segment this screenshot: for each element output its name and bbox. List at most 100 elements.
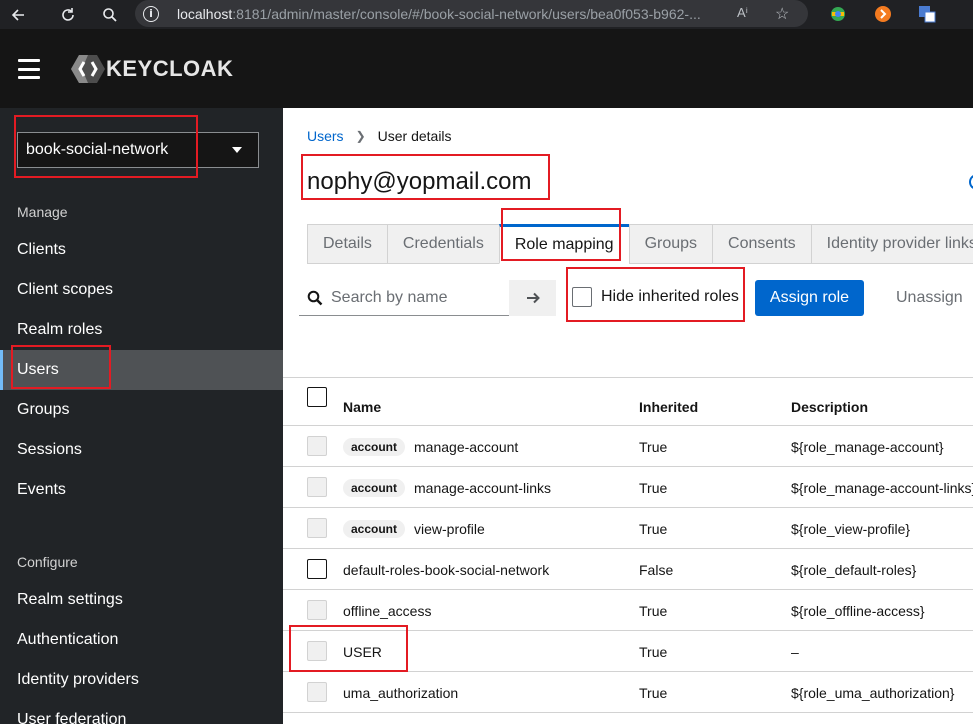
table-row: default-roles-book-social-network False …	[283, 549, 973, 590]
tab-identity-provider-links[interactable]: Identity provider links	[810, 224, 973, 264]
back-arrow-icon[interactable]	[4, 0, 32, 29]
description-cell: ${role_default-roles}	[791, 561, 917, 578]
role-name: default-roles-book-social-network	[343, 561, 550, 578]
sidebar-item-realm-roles[interactable]: Realm roles	[0, 310, 283, 350]
assign-role-button[interactable]: Assign role	[755, 280, 864, 316]
inherited-cell: True	[639, 684, 668, 701]
sidebar-item-realm-settings[interactable]: Realm settings	[0, 580, 283, 620]
client-badge: account	[343, 519, 406, 538]
inherited-cell: True	[639, 643, 668, 660]
inherited-cell: False	[639, 561, 674, 578]
column-header-name[interactable]: Name	[343, 378, 381, 426]
role-search-box	[299, 280, 509, 316]
sidebar-item-sessions[interactable]: Sessions	[0, 430, 283, 470]
description-cell: ${role_manage-account-links}	[791, 479, 973, 496]
realm-name: book-social-network	[26, 141, 169, 158]
row-checkbox	[307, 682, 327, 702]
section-configure: Configure	[17, 554, 78, 570]
inherited-cell: True	[639, 479, 668, 496]
column-header-inherited[interactable]: Inherited	[639, 378, 698, 426]
url-text[interactable]: localhost:8181/admin/master/console/#/bo…	[177, 6, 717, 22]
row-checkbox	[307, 477, 327, 497]
role-name-cell: account manage-account	[343, 426, 518, 467]
reload-icon[interactable]	[54, 0, 82, 29]
hamburger-menu-icon[interactable]	[18, 59, 40, 79]
description-cell: ${role_uma_authorization}	[791, 684, 955, 701]
user-tabs: Details Credentials Role mapping Groups …	[307, 224, 973, 264]
arrow-right-icon	[526, 292, 540, 304]
tab-consents[interactable]: Consents	[712, 224, 811, 264]
breadcrumb-current: User details	[377, 128, 452, 144]
extension-orange-icon[interactable]	[873, 4, 893, 24]
bookmark-star-icon[interactable]: ☆	[775, 4, 789, 24]
hide-inherited-checkbox[interactable]	[572, 287, 592, 307]
breadcrumb: Users ❯ User details	[307, 128, 452, 144]
table-row: offline_access True ${role_offline-acces…	[283, 590, 973, 631]
role-name: manage-account	[414, 438, 519, 455]
enabled-switch-fragment-icon[interactable]	[969, 174, 973, 190]
tab-details[interactable]: Details	[307, 224, 387, 264]
inherited-cell: True	[639, 602, 668, 619]
tab-role-mapping[interactable]: Role mapping	[498, 224, 629, 264]
realm-selector[interactable]: book-social-network	[17, 132, 259, 168]
table-row: USER True –	[283, 631, 973, 672]
sidebar-item-clients[interactable]: Clients	[0, 230, 283, 270]
address-bar[interactable]: i localhost:8181/admin/master/console/#/…	[135, 0, 808, 27]
extension-colorful-icon[interactable]	[828, 4, 848, 24]
url-path: :8181/admin/master/console/#/book-social…	[232, 5, 701, 22]
sidebar-item-events[interactable]: Events	[0, 470, 283, 510]
main-content: Users ❯ User details nophy@yopmail.com D…	[283, 108, 973, 724]
keycloak-logo[interactable]: KEYCLOAK	[70, 53, 233, 85]
role-name: USER	[343, 643, 382, 660]
row-checkbox	[307, 518, 327, 538]
sidebar-item-users[interactable]: Users	[0, 350, 283, 390]
inherited-cell: True	[639, 438, 668, 455]
chevron-right-icon: ❯	[355, 129, 366, 143]
inherited-cell: True	[639, 520, 668, 537]
sidebar-item-groups[interactable]: Groups	[0, 390, 283, 430]
read-aloud-icon[interactable]: Aⁱ	[737, 5, 748, 21]
search-icon	[307, 290, 323, 305]
row-checkbox[interactable]	[307, 559, 327, 579]
role-name: view-profile	[414, 520, 485, 537]
row-checkbox	[307, 600, 327, 620]
row-checkbox	[307, 436, 327, 456]
description-cell: –	[791, 643, 799, 660]
role-name: offline_access	[343, 602, 432, 619]
sidebar-item-user-federation[interactable]: User federation	[0, 700, 283, 724]
sidebar-item-authentication[interactable]: Authentication	[0, 620, 283, 660]
unassign-button[interactable]: Unassign	[882, 280, 963, 316]
select-all-checkbox[interactable]	[307, 387, 327, 407]
table-row: account manage-account True ${role_manage…	[283, 426, 973, 467]
masthead: KEYCLOAK	[0, 29, 973, 108]
search-input[interactable]	[331, 288, 501, 307]
extension-translate-icon[interactable]	[917, 4, 937, 24]
url-host: localhost	[177, 5, 233, 22]
breadcrumb-users-link[interactable]: Users	[307, 128, 344, 144]
client-badge: account	[343, 478, 406, 497]
role-name-cell: account manage-account-links	[343, 467, 551, 508]
table-row: account view-profile True ${role_view-pro…	[283, 508, 973, 549]
role-name: manage-account-links	[414, 479, 551, 496]
hide-inherited-toggle: Hide inherited roles	[572, 287, 739, 307]
sidebar-item-client-scopes[interactable]: Client scopes	[0, 270, 283, 310]
description-cell: ${role_manage-account}	[791, 438, 944, 455]
search-icon[interactable]	[96, 0, 124, 29]
tab-credentials[interactable]: Credentials	[386, 224, 499, 264]
role-name-cell: account view-profile	[343, 508, 485, 549]
table-row: account manage-account-links True ${role_…	[283, 467, 973, 508]
brand-name: KEYCLOAK	[106, 56, 234, 81]
site-info-icon[interactable]: i	[143, 5, 159, 22]
table-row: uma_authorization True ${role_uma_author…	[283, 672, 973, 713]
page-title: nophy@yopmail.com	[307, 168, 532, 195]
description-cell: ${role_view-profile}	[791, 520, 911, 537]
sidebar-item-identity-providers[interactable]: Identity providers	[0, 660, 283, 700]
search-submit-button[interactable]	[509, 280, 556, 316]
sidebar: book-social-network Manage Clients Clien…	[0, 108, 283, 724]
row-checkbox	[307, 641, 327, 661]
column-header-description[interactable]: Description	[791, 378, 868, 426]
caret-down-icon	[232, 147, 242, 153]
keycloak-hexagon-icon	[71, 55, 105, 83]
hide-inherited-label: Hide inherited roles	[601, 288, 739, 305]
tab-groups[interactable]: Groups	[628, 224, 713, 264]
